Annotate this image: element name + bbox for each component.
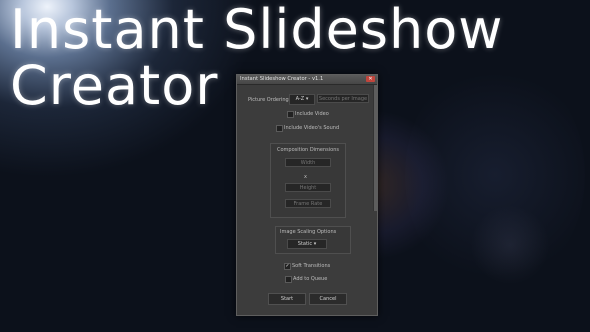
dialog-scrollbar[interactable] bbox=[373, 85, 377, 211]
cancel-button[interactable]: Cancel bbox=[309, 293, 347, 305]
dialog-titlebar[interactable]: Instant Slideshow Creator - v1.1 ✕ bbox=[237, 75, 377, 85]
add-to-queue-checkbox[interactable] bbox=[285, 276, 292, 283]
dialog-title: Instant Slideshow Creator - v1.1 bbox=[240, 76, 324, 82]
slideshow-dialog: Instant Slideshow Creator - v1.1 ✕ Pictu… bbox=[236, 74, 378, 316]
soft-transitions-checkbox[interactable]: ✓ bbox=[284, 263, 291, 270]
include-video-checkbox[interactable] bbox=[287, 111, 294, 118]
soft-transitions-label: Soft Transitions bbox=[292, 263, 331, 269]
hero-title-line-1: Instant Slideshow bbox=[10, 0, 504, 61]
picture-ordering-value: A-Z bbox=[295, 96, 305, 102]
seconds-per-image-input[interactable] bbox=[317, 94, 369, 103]
chevron-down-icon: ▾ bbox=[313, 241, 317, 247]
composition-heading: Composition Dimensions bbox=[277, 147, 339, 153]
scaling-select[interactable]: Static ▾ bbox=[287, 239, 327, 249]
scaling-value: Static bbox=[297, 241, 313, 247]
include-video-sound-label: Include Video's Sound bbox=[284, 125, 340, 131]
close-icon: ✕ bbox=[368, 76, 373, 82]
dimension-times-sign: x bbox=[304, 174, 307, 180]
lens-flare-spot bbox=[470, 205, 550, 285]
include-video-label: Include Video bbox=[295, 111, 329, 117]
add-to-queue-label: Add to Queue bbox=[293, 276, 328, 282]
checkmark-icon: ✓ bbox=[285, 263, 290, 269]
include-video-sound-checkbox[interactable] bbox=[276, 125, 283, 132]
frame-rate-input[interactable] bbox=[285, 199, 331, 208]
scaling-heading: Image Scaling Options bbox=[280, 229, 337, 235]
chevron-down-icon: ▾ bbox=[305, 96, 309, 102]
width-input[interactable] bbox=[285, 158, 331, 167]
start-button[interactable]: Start bbox=[268, 293, 306, 305]
picture-ordering-select[interactable]: A-Z ▾ bbox=[289, 94, 315, 105]
close-button[interactable]: ✕ bbox=[366, 76, 375, 82]
height-input[interactable] bbox=[285, 183, 331, 192]
picture-ordering-label: Picture Ordering bbox=[248, 97, 289, 103]
